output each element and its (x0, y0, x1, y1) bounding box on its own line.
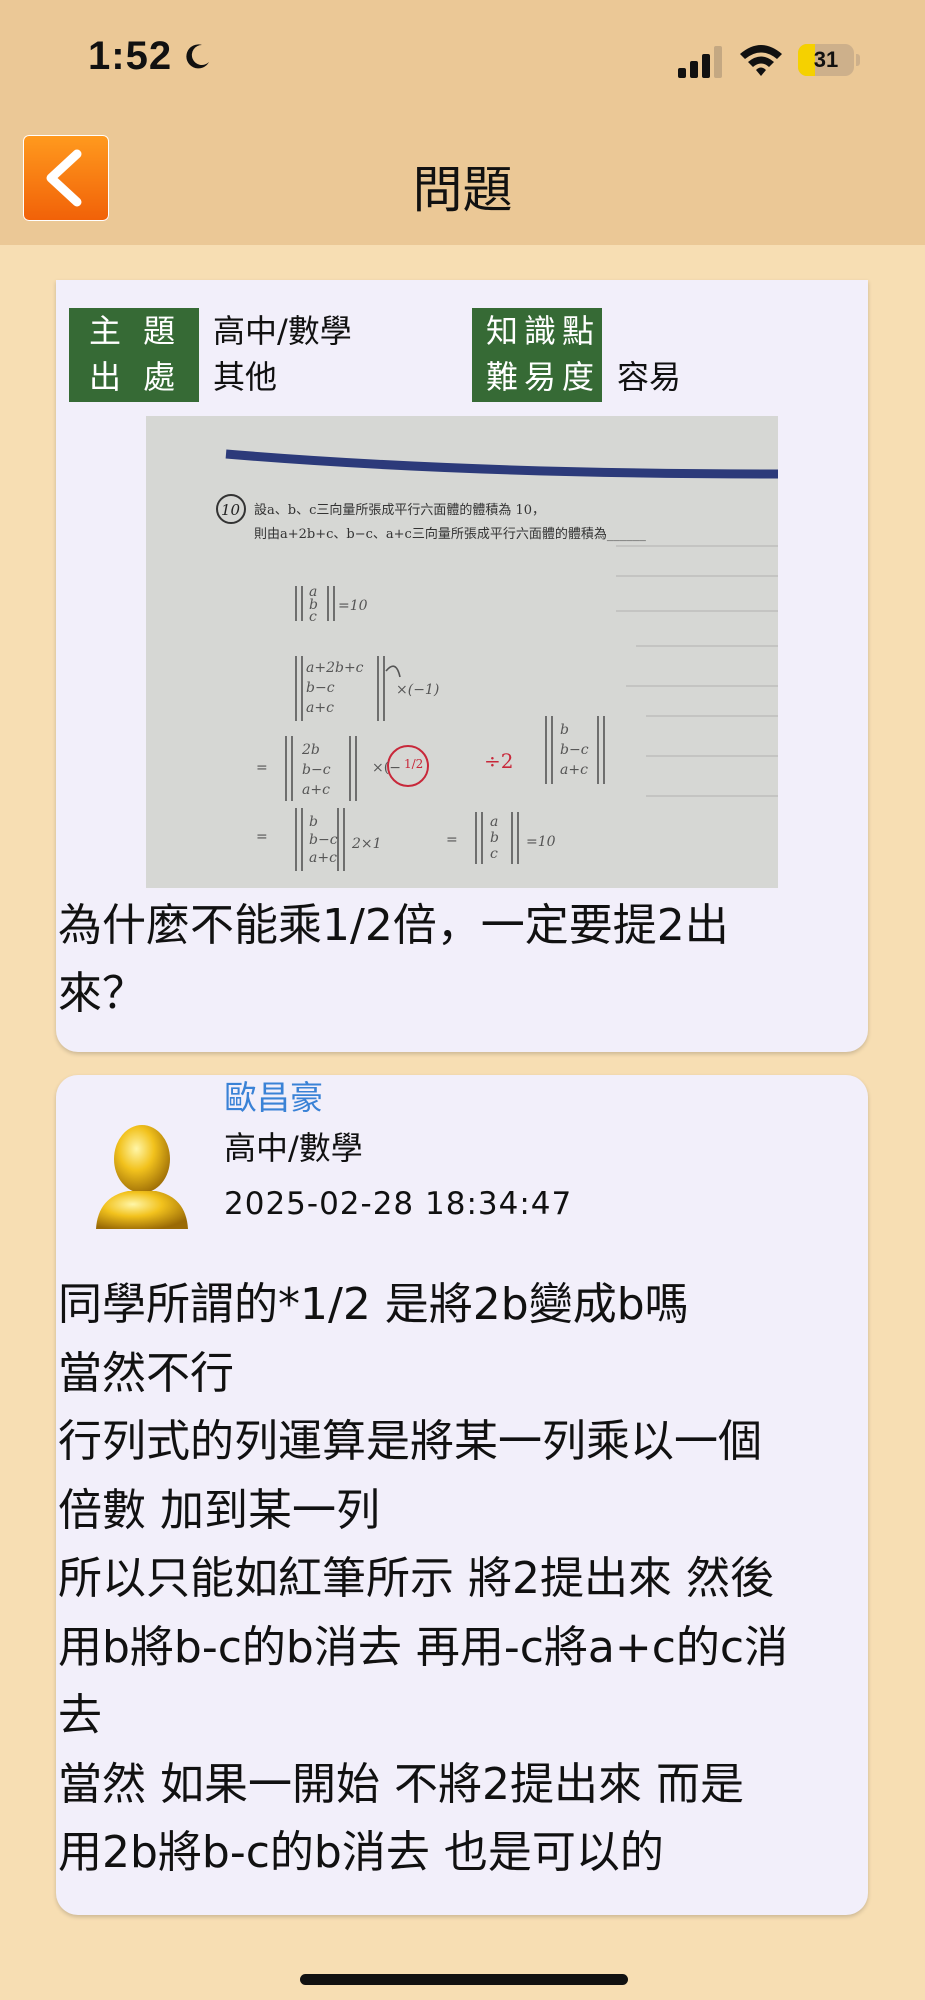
svg-text:2×1: 2×1 (351, 836, 382, 852)
svg-text:b−c: b−c (560, 742, 589, 758)
knowledge-label: 知識點 (486, 312, 601, 350)
question-photo[interactable]: 10 設a、b、c三向量所張成平行六面體的體積為 10， 則由a+2b+c、b−… (146, 416, 778, 888)
battery-level: 31 (813, 47, 839, 72)
svg-text:=10: =10 (338, 598, 368, 614)
answer-timestamp: 2025-02-28 18:34:47 (224, 1186, 573, 1222)
status-bar: 1:52 31 (0, 0, 925, 130)
svg-text:÷2: ÷2 (484, 749, 513, 773)
page-title: 問題 (412, 161, 513, 219)
svg-text:b: b (560, 722, 569, 738)
question-text: 為什麼不能乘1/2倍，一定要提2出 來？ (58, 900, 729, 1019)
svg-text:=: = (446, 832, 458, 848)
difficulty-value: 容易 (617, 358, 682, 396)
status-time: 1:52 (88, 34, 173, 78)
answer-card: 歐昌豪 高中/數學 2025-02-28 18:34:47 同學所謂的*1/2 … (56, 1075, 868, 1915)
battery-icon: 31 (798, 44, 860, 76)
knowledge-difficulty-labels: 知識點 難易度 (472, 308, 602, 402)
home-indicator[interactable] (300, 1974, 628, 1985)
svg-text:a+c: a+c (560, 762, 588, 778)
svg-text:b−c: b−c (306, 680, 335, 696)
handwritten-solution-photo: 10 設a、b、c三向量所張成平行六面體的體積為 10， 則由a+2b+c、b−… (146, 416, 778, 888)
problem-line1: 設a、b、c三向量所張成平行六面體的體積為 10， (254, 502, 545, 518)
svg-text:=10: =10 (526, 834, 556, 850)
svg-text:a+c: a+c (306, 700, 334, 716)
svg-text:b: b (490, 830, 499, 846)
svg-text:a+c: a+c (302, 782, 330, 798)
svg-text:c: c (490, 846, 498, 862)
source-value: 其他 (213, 358, 278, 396)
svg-text:1/2: 1/2 (404, 757, 423, 771)
svg-text:b−c: b−c (302, 762, 331, 778)
svg-text:=: = (256, 829, 268, 845)
avatar[interactable] (76, 1111, 206, 1241)
source-label: 出 處 (89, 358, 182, 396)
svg-text:2b: 2b (301, 742, 320, 758)
difficulty-label: 難易度 (486, 358, 601, 396)
problem-number: 10 (221, 501, 241, 519)
topic-label: 主 題 (89, 312, 182, 350)
svg-text:a+2b+c: a+2b+c (306, 660, 364, 676)
author-subject: 高中/數學 (224, 1129, 363, 1167)
svg-text:a: a (490, 814, 498, 830)
author-name[interactable]: 歐昌豪 (224, 1075, 323, 1121)
battery-body: 31 (798, 44, 854, 76)
wifi-icon (740, 45, 782, 76)
answer-text: 同學所謂的*1/2 是將2b變成b嗎 當然不行 行列式的列運算是將某一列乘以一個… (58, 1279, 789, 1878)
svg-text:b−c: b−c (309, 832, 338, 848)
svg-text:c: c (309, 609, 317, 625)
svg-text:b: b (309, 814, 318, 830)
nav-bar: 問題 (0, 130, 925, 245)
question-card: 主 題 出 處 高中/數學 其他 知識點 難易度 容易 10 設a、b、c三向量… (56, 280, 868, 1052)
svg-text:×(−1): ×(−1) (396, 682, 439, 698)
signal-icon (678, 46, 722, 78)
svg-text:a+c: a+c (309, 850, 337, 866)
battery-cap (856, 54, 860, 66)
svg-text:=: = (256, 760, 268, 776)
topic-source-labels: 主 題 出 處 (69, 308, 199, 402)
svg-text:×(−: ×(− (372, 760, 401, 776)
moon-icon (186, 44, 209, 69)
problem-line2: 則由a+2b+c、b−c、a+c三向量所張成平行六面體的體積為______ (254, 526, 646, 542)
topic-value: 高中/數學 (213, 312, 352, 350)
